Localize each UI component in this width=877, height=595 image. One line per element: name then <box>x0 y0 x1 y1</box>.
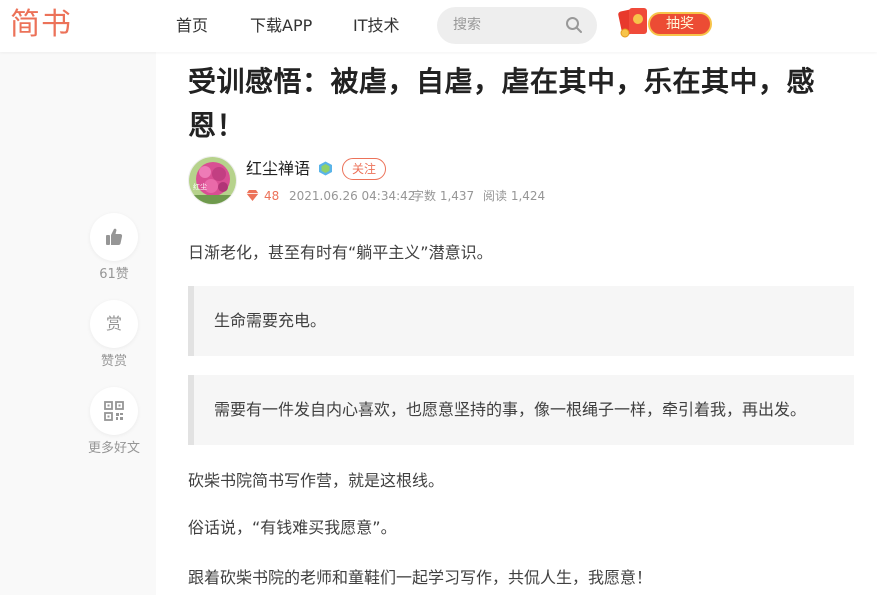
blockquote-2-text: 需要有一件发自内心喜欢，也愿意坚持的事，像一根绳子一样，牵引着我，再出发。 <box>214 400 807 419</box>
diamond-count: 48 <box>264 189 280 203</box>
blockquote-1-text: 生命需要充电。 <box>214 311 327 330</box>
paragraph-3: 俗话说，“有钱难买我愿意”。 <box>188 518 397 537</box>
nav-it-tech[interactable]: IT技术 <box>353 15 400 37</box>
nav-home[interactable]: 首页 <box>176 15 208 37</box>
article-title: 受训感悟：被虐，自虐，虐在其中，乐在其中，感恩！ <box>188 65 816 142</box>
more-articles-label: 更多好文 <box>87 441 140 456</box>
like-count: 61赞 <box>99 267 129 282</box>
paragraph-2: 砍柴书院简书写作营，就是这根线。 <box>188 471 445 490</box>
publish-date: 2021.06.26 04:34:42 <box>289 189 416 203</box>
svg-text:红尘: 红尘 <box>193 182 207 191</box>
word-count: 字数 1,437 <box>412 189 475 203</box>
more-articles-button[interactable] <box>90 387 138 435</box>
follow-button[interactable]: 关注 <box>342 158 386 180</box>
top-navbar: 简书 首页 下载APP IT技术 搜索 抽奖 <box>0 0 877 52</box>
search-icon[interactable] <box>565 16 583 34</box>
paragraph-1: 日渐老化，甚至有时有“躺平主义”潜意识。 <box>188 243 493 262</box>
thumbs-up-icon <box>106 228 123 245</box>
read-count: 阅读 1,424 <box>483 189 546 203</box>
lottery-button[interactable]: 抽奖 <box>648 12 712 36</box>
like-button[interactable] <box>90 213 138 261</box>
paragraph-4: 跟着砍柴书院的老师和童鞋们一起学习写作，共侃人生，我愿意！ <box>188 568 653 587</box>
author-name[interactable]: 红尘禅语 <box>246 158 310 180</box>
search-input[interactable]: 搜索 <box>453 17 481 34</box>
author-badge-icon <box>319 161 332 176</box>
search-box[interactable]: 搜索 <box>437 7 597 44</box>
blockquote-1: 生命需要充电。 <box>188 286 854 356</box>
nav-download-app[interactable]: 下载APP <box>250 15 312 37</box>
reward-icon: 赏 <box>105 314 122 333</box>
diamond-icon <box>246 190 259 201</box>
blockquote-2: 需要有一件发自内心喜欢，也愿意坚持的事，像一根绳子一样，牵引着我，再出发。 <box>188 375 854 445</box>
avatar[interactable]: 红尘 <box>188 156 237 205</box>
reward-button[interactable]: 赏 <box>90 300 138 348</box>
reward-label: 赞赏 <box>100 354 127 369</box>
qr-code-icon <box>104 401 124 421</box>
jianshu-logo[interactable]: 简书 <box>10 6 72 44</box>
